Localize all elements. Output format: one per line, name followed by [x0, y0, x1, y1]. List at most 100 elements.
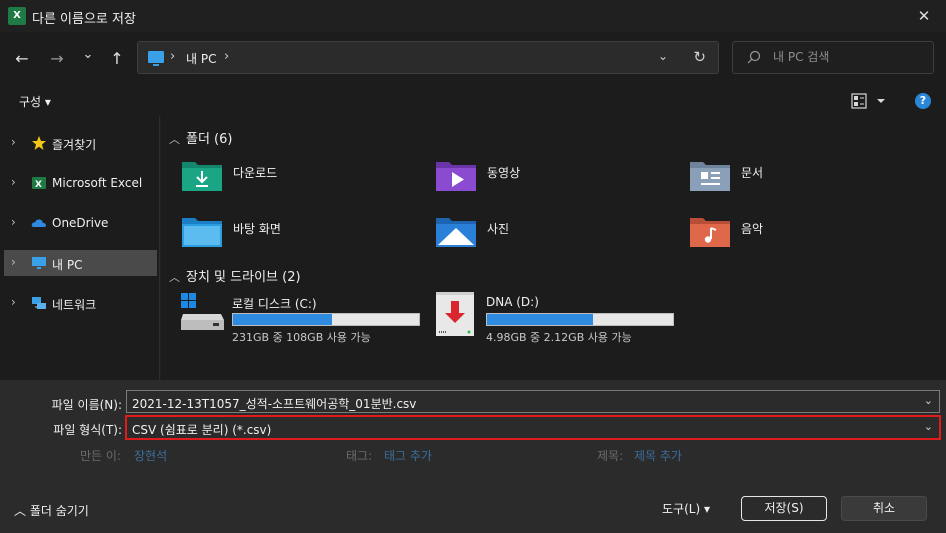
hide-folders-button[interactable]: ︿ 폴더 숨기기	[14, 502, 89, 519]
sidebar-item-label: Microsoft Excel	[52, 176, 143, 190]
drive-usage-fill	[233, 314, 332, 325]
drives-group-label: 장치 및 드라이브 (2)	[186, 270, 301, 285]
filename-field[interactable]: 2021-12-13T1057_성적-소프트웨어공학_01분반.csv ⌄	[126, 390, 940, 413]
folder-label: 바탕 화면	[233, 222, 281, 236]
breadcrumb-separator: ›	[170, 49, 176, 64]
download-folder-icon	[182, 162, 222, 191]
sidebar-item-label: 즐겨찾기	[52, 138, 97, 152]
breadcrumb-item[interactable]: 내 PC	[186, 50, 216, 67]
folder-label: 사진	[487, 222, 510, 236]
save-options-panel: 파일 이름(N): 2021-12-13T1057_성적-소프트웨어공학_01분…	[0, 380, 946, 533]
filetype-highlight-box	[125, 415, 941, 440]
tools-button[interactable]: 도구(L) ▾	[662, 500, 710, 517]
recent-locations-button[interactable]: ⌄	[77, 44, 99, 66]
sidebar-item-onedrive[interactable]: › OneDrive	[4, 210, 157, 236]
svg-text:X: X	[35, 180, 42, 190]
folder-desktop[interactable]: 바탕 화면	[161, 214, 401, 258]
sidebar-item-label: OneDrive	[52, 216, 109, 230]
refresh-button[interactable]: ↻	[693, 48, 706, 66]
title-value[interactable]: 제목 추가	[634, 447, 682, 464]
chevron-right-icon[interactable]: ›	[11, 135, 16, 149]
cancel-button[interactable]: 취소	[841, 496, 927, 521]
chevron-right-icon[interactable]: ›	[11, 255, 16, 269]
search-input[interactable]	[773, 50, 923, 64]
sidebar-item-label: 네트워크	[52, 298, 97, 312]
title-label: 제목:	[597, 449, 624, 463]
drive-name: DNA (D:)	[486, 295, 539, 309]
folders-group-label: 폴더 (6)	[186, 132, 233, 147]
drive-space-info: 4.98GB 중 2.12GB 사용 가능	[486, 331, 632, 344]
usb-drive-icon	[436, 292, 474, 336]
computer-icon	[148, 51, 164, 66]
help-button[interactable]: ?	[915, 93, 931, 109]
drive-d[interactable]: DNA (D:) 4.98GB 중 2.12GB 사용 가능	[415, 292, 674, 344]
close-button[interactable]: ✕	[910, 4, 938, 28]
cloud-icon	[31, 219, 46, 227]
sidebar-item-excel[interactable]: › X Microsoft Excel	[4, 170, 157, 196]
tags-value[interactable]: 태그 추가	[384, 447, 432, 464]
search-box[interactable]	[732, 41, 934, 74]
chevron-up-icon[interactable]: ︿	[169, 271, 180, 284]
drive-usage-fill	[487, 314, 594, 325]
folder-documents[interactable]: 문서	[669, 158, 909, 202]
desktop-folder-icon	[182, 218, 222, 247]
view-options-button[interactable]	[851, 93, 887, 109]
drive-space-info: 231GB 중 108GB 사용 가능	[232, 331, 371, 344]
folders-group-header[interactable]: ︿ 폴더 (6)	[169, 128, 232, 147]
navigation-pane: › 즐겨찾기 › X Microsoft Excel › OneDrive › …	[0, 116, 160, 380]
sidebar-item-favorites[interactable]: › 즐겨찾기	[4, 130, 157, 156]
excel-app-icon: X	[8, 7, 26, 25]
folder-pictures[interactable]: 사진	[415, 214, 655, 258]
drive-usage-bar	[232, 313, 420, 326]
back-button[interactable]: ←	[11, 48, 33, 70]
chevron-right-icon[interactable]: ›	[11, 215, 16, 229]
address-dropdown-icon[interactable]: ⌄	[658, 49, 668, 63]
computer-icon	[32, 257, 46, 269]
excel-icon: X	[32, 177, 46, 190]
navigation-bar: ← → ⌄ ↑ › 내 PC › ⌄ ↻	[0, 32, 946, 84]
drive-usage-bar	[486, 313, 674, 326]
organize-button[interactable]: 구성 ▾	[19, 93, 51, 110]
window-title: 다른 이름으로 저장	[32, 12, 136, 27]
sidebar-item-this-pc[interactable]: › 내 PC	[4, 250, 157, 276]
chevron-down-icon[interactable]: ⌄	[924, 394, 933, 407]
up-button[interactable]: ↑	[106, 48, 128, 70]
drive-c[interactable]: 로컬 디스크 (C:) 231GB 중 108GB 사용 가능	[161, 292, 420, 344]
folder-label: 다운로드	[233, 166, 278, 180]
folder-label: 동영상	[487, 166, 521, 180]
address-bar[interactable]: › 내 PC › ⌄ ↻	[137, 41, 719, 74]
system-drive-icon	[181, 293, 224, 330]
filename-label: 파일 이름(N):	[51, 398, 122, 412]
view-icon	[851, 93, 885, 109]
star-icon	[32, 136, 46, 150]
tags-label: 태그:	[346, 449, 373, 463]
folder-label: 음악	[741, 222, 764, 236]
filename-value[interactable]: 2021-12-13T1057_성적-소프트웨어공학_01분반.csv	[132, 395, 416, 412]
chevron-right-icon[interactable]: ›	[11, 295, 16, 309]
filetype-label: 파일 형식(T):	[53, 423, 122, 437]
folder-music[interactable]: 음악	[669, 214, 909, 258]
save-button[interactable]: 저장(S)	[741, 496, 827, 521]
music-folder-icon	[690, 218, 730, 247]
network-icon	[32, 297, 46, 309]
folder-downloads[interactable]: 다운로드	[161, 158, 401, 202]
drives-group-header[interactable]: ︿ 장치 및 드라이브 (2)	[169, 266, 301, 285]
folder-videos[interactable]: 동영상	[415, 158, 655, 202]
forward-button[interactable]: →	[46, 48, 68, 70]
sidebar-item-network[interactable]: › 네트워크	[4, 290, 157, 316]
drive-name: 로컬 디스크 (C:)	[232, 297, 317, 311]
chevron-right-icon[interactable]: ›	[11, 175, 16, 189]
documents-folder-icon	[690, 162, 730, 191]
chevron-up-icon[interactable]: ︿	[169, 133, 180, 146]
sidebar-item-label: 내 PC	[52, 258, 83, 272]
pictures-folder-icon	[436, 218, 476, 247]
folder-label: 문서	[741, 166, 764, 180]
video-folder-icon	[436, 162, 476, 191]
title-bar: X 다른 이름으로 저장 ✕	[0, 0, 946, 32]
search-icon	[747, 50, 761, 64]
breadcrumb-separator[interactable]: ›	[224, 49, 229, 64]
author-value[interactable]: 장현석	[134, 447, 167, 464]
file-list-area: ︿ 폴더 (6) 다운로드 동영상 문서 바탕 화면 사진 음악 ︿ 장치 및 …	[161, 116, 946, 380]
author-label: 만든 이:	[80, 449, 121, 463]
command-toolbar: 구성 ▾ ?	[0, 84, 946, 116]
